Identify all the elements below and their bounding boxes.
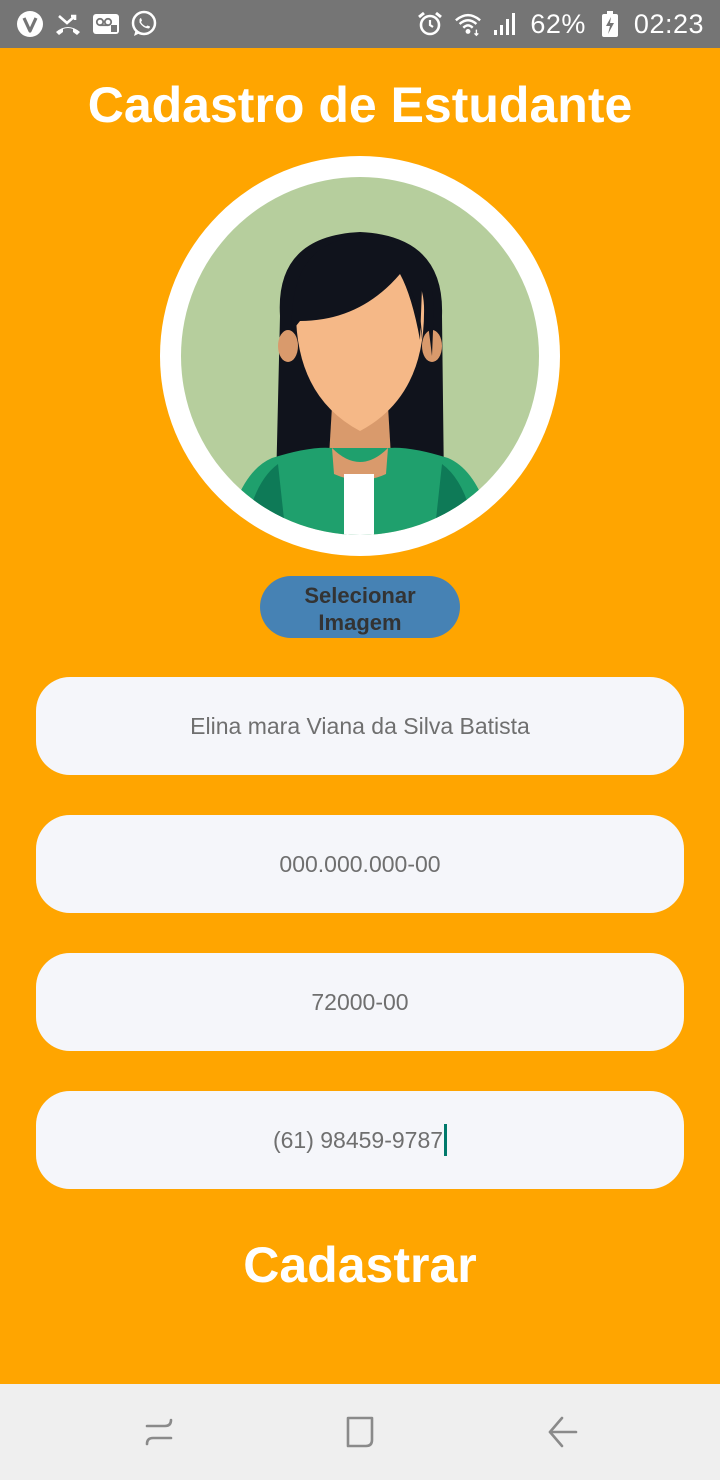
page-title: Cadastro de Estudante (87, 77, 633, 133)
name-field-value: Elina mara Viana da Silva Batista (190, 712, 530, 739)
whatsapp-icon (130, 10, 158, 38)
student-avatar[interactable] (160, 156, 560, 556)
wifi-icon (454, 10, 482, 38)
back-icon[interactable] (538, 1408, 586, 1456)
recent-apps-icon[interactable] (135, 1408, 183, 1456)
signal-icon (492, 10, 520, 38)
submit-button[interactable]: Cadastrar (0, 1234, 720, 1296)
navigation-bar (0, 1384, 720, 1480)
cep-field[interactable]: 72000-00 (36, 953, 684, 1051)
alarm-icon (416, 10, 444, 38)
status-bar-left (16, 10, 158, 38)
cpf-field[interactable]: 000.000.000-00 (36, 815, 684, 913)
avatar-illustration (160, 156, 560, 556)
missed-call-icon (54, 10, 82, 38)
cpf-field-value: 000.000.000-00 (279, 850, 441, 877)
text-cursor (444, 1124, 448, 1156)
status-bar-right: 62% 02:23 (416, 9, 704, 40)
phone-field[interactable]: (61) 98459-9787 (36, 1091, 684, 1189)
clock: 02:23 (633, 8, 704, 39)
viber-icon (16, 10, 44, 38)
battery-icon (596, 10, 624, 38)
battery-percent: 62% (530, 8, 586, 39)
phone-field-value: (61) 98459-9787 (272, 1126, 444, 1153)
cep-field-value: 72000-00 (311, 988, 409, 1015)
home-icon[interactable] (336, 1408, 384, 1456)
name-field[interactable]: Elina mara Viana da Silva Batista (36, 677, 684, 775)
voicemail-icon (92, 10, 120, 38)
status-bar: 62% 02:23 (0, 0, 720, 48)
select-image-button[interactable]: Selecionar Imagem (260, 576, 460, 638)
app-screen: 62% 02:23 Cadastro de Estudante Selecion… (0, 0, 720, 1480)
